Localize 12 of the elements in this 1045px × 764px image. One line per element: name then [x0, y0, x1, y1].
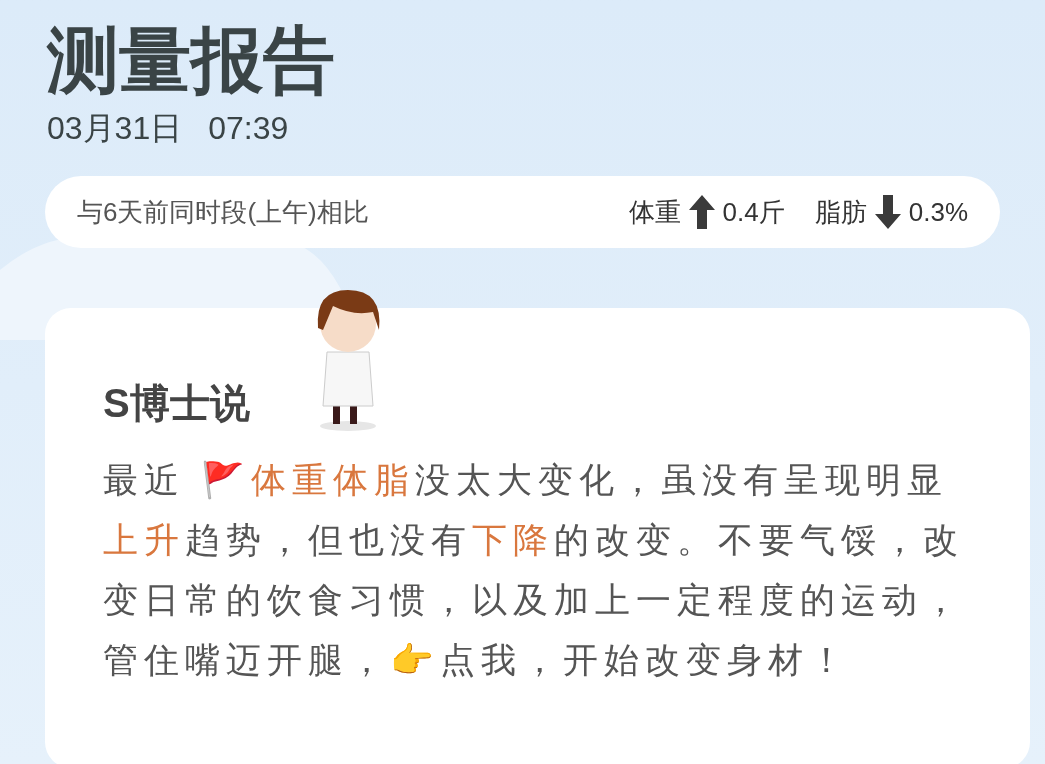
arrow-up-icon — [688, 195, 715, 229]
metric-name: 脂肪 — [814, 195, 867, 229]
advice-paragraph: 最近 🚩体重体脂 没太大变化，虽没有呈现明显 上升 趋势，但也没有下降 的改变。不要气馁，改变日常的饮食习惯，以及加上一定程度的运动，管住嘴迈开腿，👉点我，开始改变身材！ — [103, 459, 965, 681]
arrow-down-icon — [874, 195, 901, 229]
date-text: 03月31日 — [47, 109, 183, 148]
metric-value: 0.3% — [908, 195, 968, 229]
metric-name: 体重 — [628, 195, 681, 229]
metric-value: 0.4斤 — [722, 195, 785, 229]
time-text: 07:39 — [208, 109, 289, 148]
comparison-label: 与6天前同时段(上午)相比 — [77, 195, 369, 229]
page-title: 测量报告 — [47, 19, 336, 102]
advice-title: S博士说 — [103, 380, 251, 427]
